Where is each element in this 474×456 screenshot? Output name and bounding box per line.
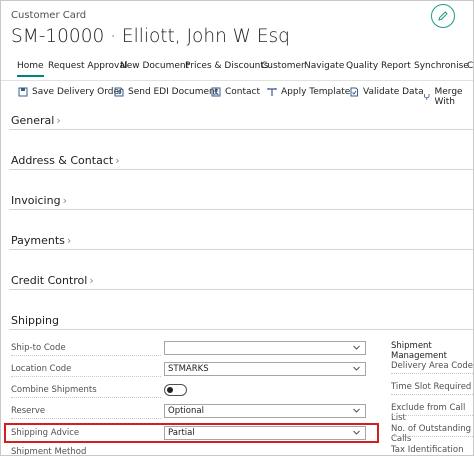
field-leader (391, 373, 473, 374)
shipment-method-label: Shipment Method (11, 447, 87, 456)
send-edi-icon (114, 87, 124, 97)
tax-identification-label: Tax Identification No. (391, 445, 464, 455)
section-general[interactable]: General › (11, 114, 61, 127)
tab-new-document[interactable]: New Document (120, 61, 189, 71)
save-delivery-order-label: Save Delivery Order (32, 87, 123, 97)
location-code-field[interactable]: STMARKS (164, 362, 366, 376)
tab-customer[interactable]: Customer (261, 61, 305, 71)
tab-cr[interactable]: Cr (467, 61, 473, 71)
tab-navigate[interactable]: Navigate (304, 61, 344, 71)
send-edi-document-button[interactable]: Send EDI Document (114, 87, 218, 97)
shipping-advice-highlight (4, 423, 379, 443)
field-leader (391, 394, 473, 395)
section-invoicing[interactable]: Invoicing › (11, 194, 67, 207)
section-divider (9, 249, 473, 250)
contact-icon (211, 87, 221, 97)
action-tabs: Home Request Approval New Document Price… (1, 61, 473, 79)
validate-data-button[interactable]: Validate Data (349, 87, 424, 97)
tab-request-approval[interactable]: Request Approval (48, 61, 127, 71)
combine-shipments-label: Combine Shipments (11, 385, 97, 395)
section-divider (9, 169, 473, 170)
delivery-area-code-label: Delivery Area Code (391, 361, 474, 371)
tab-prices-discounts[interactable]: Prices & Discounts (185, 61, 269, 71)
outstanding-calls-label: No. of Outstanding Calls (391, 424, 472, 444)
contact-button[interactable]: Contact (211, 87, 260, 97)
chevron-right-icon: › (62, 194, 67, 207)
section-divider (9, 329, 473, 330)
save-delivery-order-icon (18, 87, 28, 97)
merge-with-label: Merge With (434, 87, 463, 107)
reserve-select[interactable]: Optional (164, 404, 366, 418)
field-leader (11, 397, 161, 398)
validate-data-icon (350, 87, 358, 97)
section-invoicing-title: Invoicing (11, 194, 61, 207)
time-slot-required-label: Time Slot Required (391, 382, 472, 392)
page-title: SM-10000 · Elliott, John W Esq (11, 26, 290, 47)
ship-to-code-label: Ship-to Code (11, 343, 66, 353)
section-divider (9, 209, 473, 210)
reserve-label: Reserve (11, 406, 46, 416)
chevron-down-icon (353, 408, 360, 413)
section-payments-title: Payments (11, 234, 65, 247)
section-credit-control[interactable]: Credit Control › (11, 274, 94, 287)
ship-to-code-field[interactable] (164, 341, 366, 355)
send-edi-document-label: Send EDI Document (128, 87, 219, 97)
section-address-contact-title: Address & Contact (11, 154, 114, 167)
pencil-icon (438, 11, 448, 21)
tab-home[interactable]: Home (17, 61, 44, 77)
customer-card-page: Customer Card SM-10000 · Elliott, John W… (0, 0, 474, 456)
tab-report[interactable]: Report (381, 61, 411, 71)
chevron-right-icon: › (56, 114, 61, 127)
save-delivery-order-button[interactable]: Save Delivery Order (18, 87, 123, 97)
field-leader (11, 376, 161, 377)
section-divider (9, 289, 473, 290)
merge-with-button[interactable]: Merge With (423, 87, 473, 107)
section-divider (9, 129, 473, 130)
apply-template-label: Apply Template (281, 87, 351, 97)
exclude-from-call-list-label: Exclude from Call List (391, 403, 466, 423)
section-shipping-title: Shipping (11, 314, 59, 327)
field-leader (11, 418, 161, 419)
shipment-management-title: Shipment Management (391, 341, 447, 361)
merge-icon (424, 94, 430, 100)
section-credit-control-title: Credit Control (11, 274, 88, 287)
field-leader (11, 355, 161, 356)
chevron-down-icon (353, 366, 360, 371)
location-code-label: Location Code (11, 364, 72, 374)
section-payments[interactable]: Payments › (11, 234, 71, 247)
tab-synchronise[interactable]: Synchronise (414, 61, 469, 71)
apply-template-button[interactable]: Apply Template (267, 87, 350, 97)
reserve-value: Optional (168, 406, 204, 416)
tabs-divider (1, 80, 473, 81)
edit-button[interactable] (431, 4, 455, 28)
chevron-down-icon (353, 345, 360, 350)
field-leader (391, 415, 473, 416)
section-general-title: General (11, 114, 55, 127)
field-leader (391, 436, 473, 437)
section-shipping[interactable]: Shipping (11, 314, 59, 327)
combine-shipments-toggle[interactable] (164, 384, 187, 396)
chevron-right-icon: › (66, 234, 72, 247)
chevron-right-icon: › (89, 274, 94, 287)
validate-data-label: Validate Data (363, 87, 424, 97)
section-address-contact[interactable]: Address & Contact › (11, 154, 120, 167)
tab-quality[interactable]: Quality (346, 61, 378, 71)
contact-label: Contact (225, 87, 261, 97)
apply-template-icon (267, 88, 277, 96)
location-code-value: STMARKS (168, 364, 209, 374)
chevron-right-icon: › (115, 154, 120, 167)
card-type-label: Customer Card (11, 10, 87, 21)
